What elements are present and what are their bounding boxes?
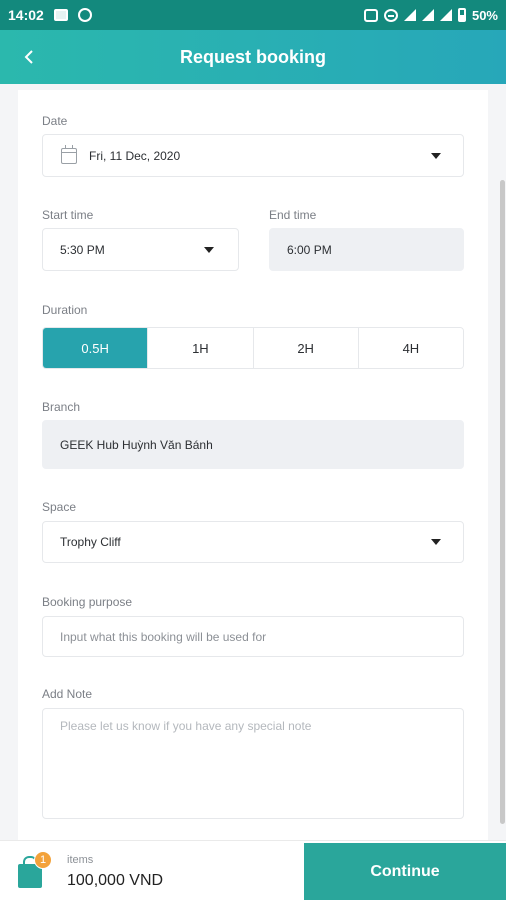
booking-purpose-placeholder: Input what this booking will be used for xyxy=(60,629,267,644)
status-time: 14:02 xyxy=(8,7,44,23)
end-time-field: 6:00 PM xyxy=(269,228,464,271)
date-label: Date xyxy=(42,114,68,128)
duration-option-4h[interactable]: 4H xyxy=(358,328,463,368)
add-note-label: Add Note xyxy=(42,687,93,701)
page-title: Request booking xyxy=(179,46,326,67)
space-value: Trophy Cliff xyxy=(60,535,121,549)
calendar-icon xyxy=(61,144,77,164)
duration-selector: 0.5H 1H 2H 4H xyxy=(42,327,464,369)
vibrate-icon xyxy=(363,8,378,22)
note-textarea[interactable]: Please let us know if you have any speci… xyxy=(42,708,464,819)
date-select[interactable]: Fri, 11 Dec, 2020 xyxy=(42,134,464,177)
total-price: 100,000 VND xyxy=(67,872,164,889)
end-time-value: 6:00 PM xyxy=(287,242,332,257)
cart-count-badge: 1 xyxy=(34,851,52,869)
bottom-bar: 1 items 100,000 VND Continue xyxy=(0,840,506,900)
branch-value: GEEK Hub Huỳnh Văn Bánh xyxy=(60,437,213,452)
start-time-select[interactable]: 5:30 PM xyxy=(42,228,239,271)
booking-form-page: Date Fri, 11 Dec, 2020 Start time 5:30 P… xyxy=(0,84,506,840)
scrollbar[interactable] xyxy=(500,180,505,824)
duration-label: Duration xyxy=(42,303,88,317)
signal-icon xyxy=(421,9,434,21)
end-time-label: End time xyxy=(269,208,317,222)
date-value: Fri, 11 Dec, 2020 xyxy=(89,148,181,163)
chevron-left-icon xyxy=(24,50,33,64)
items-label: items xyxy=(67,854,94,866)
duration-option-1h[interactable]: 1H xyxy=(148,328,254,368)
duration-option-2h[interactable]: 2H xyxy=(253,328,359,368)
photo-icon xyxy=(53,9,68,21)
wifi-icon xyxy=(403,9,416,21)
status-bar: 14:02 50% xyxy=(0,0,506,30)
app-bar: Request booking xyxy=(0,30,506,84)
note-placeholder: Please let us know if you have any speci… xyxy=(60,719,312,733)
signal-2-icon xyxy=(439,9,452,21)
battery-icon xyxy=(457,8,466,22)
dropdown-arrow-icon xyxy=(204,246,214,253)
space-select[interactable]: Trophy Cliff xyxy=(42,521,464,563)
circle-icon xyxy=(77,8,92,22)
continue-button[interactable]: Continue xyxy=(304,843,506,900)
battery-percent: 50% xyxy=(471,7,498,23)
do-not-disturb-icon xyxy=(383,8,398,22)
branch-label: Branch xyxy=(42,400,81,414)
duration-option-0-5h[interactable]: 0.5H xyxy=(43,328,149,368)
booking-purpose-input[interactable]: Input what this booking will be used for xyxy=(42,616,464,657)
dropdown-arrow-icon xyxy=(431,152,441,159)
dropdown-arrow-icon xyxy=(431,539,441,545)
back-button[interactable] xyxy=(18,44,40,70)
branch-field: GEEK Hub Huỳnh Văn Bánh xyxy=(42,420,464,469)
start-time-label: Start time xyxy=(42,208,94,222)
space-label: Space xyxy=(42,500,77,514)
start-time-value: 5:30 PM xyxy=(60,242,105,257)
booking-purpose-label: Booking purpose xyxy=(42,595,133,609)
